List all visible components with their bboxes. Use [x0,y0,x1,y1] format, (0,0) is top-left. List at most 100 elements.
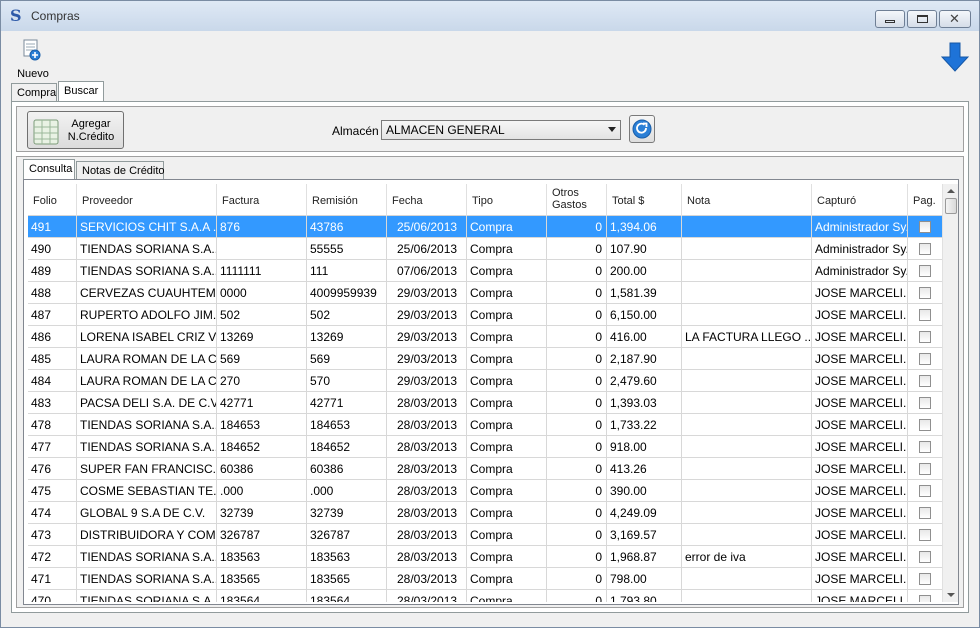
table-row[interactable]: 476 SUPER FAN FRANCISC... 60386 60386 28/03/… [28,458,942,480]
col-factura[interactable]: Factura [217,184,307,216]
tab-compra[interactable]: Compra [11,83,57,101]
agregar-nota-credito-button[interactable]: Agregar N.Crédito [27,111,124,149]
table-row[interactable]: 474 GLOBAL 9 S.A DE C.V. 32739 32739 28/03/2… [28,502,942,524]
pagado-checkbox[interactable] [919,331,931,343]
col-folio[interactable]: Folio [28,184,77,216]
table-row[interactable]: 477 TIENDAS SORIANA S.A.... 184652 184652 28… [28,436,942,458]
close-button[interactable]: ✕ [939,10,971,28]
pagado-checkbox[interactable] [919,441,931,453]
scroll-thumb[interactable] [945,198,957,214]
table-row[interactable]: 483 PACSA DELI S.A. DE C.V. 42771 42771 28/0… [28,392,942,414]
vertical-scrollbar[interactable] [942,184,958,602]
pagado-checkbox[interactable] [919,353,931,365]
pagado-checkbox[interactable] [919,221,931,233]
spreadsheet-icon [33,119,59,145]
table-row[interactable]: 487 RUPERTO ADOLFO JIM... 502 502 29/03/2013… [28,304,942,326]
almacen-dropdown[interactable]: ALMACEN GENERAL [381,120,621,140]
table-row[interactable]: 473 DISTRIBUIDORA Y COM... 326787 326787 28/… [28,524,942,546]
pagado-checkbox[interactable] [919,265,931,277]
pagado-checkbox[interactable] [919,463,931,475]
col-nota[interactable]: Nota [682,184,812,216]
cell-pagado [908,392,942,414]
table-row[interactable]: 471 TIENDAS SORIANA S.A.... 183565 183565 28… [28,568,942,590]
cell-proveedor: TIENDAS SORIANA S.A.... [77,238,217,260]
pagado-checkbox[interactable] [919,243,931,255]
pagado-checkbox[interactable] [919,551,931,563]
table-row[interactable]: 472 TIENDAS SORIANA S.A.... 183563 183563 28… [28,546,942,568]
pagado-checkbox[interactable] [919,375,931,387]
cell-tipo: Compra [467,370,547,392]
cell-otros-gastos: 0 [547,524,607,546]
cell-proveedor: GLOBAL 9 S.A DE C.V. [77,502,217,524]
app-logo-icon: S [10,6,22,25]
table-row[interactable]: 485 LAURA ROMAN DE LA C... 569 569 29/03/201… [28,348,942,370]
pagado-checkbox[interactable] [919,507,931,519]
table-row[interactable]: 490 TIENDAS SORIANA S.A.... 55555 25/06/201… [28,238,942,260]
cell-capturo: JOSE MARCELI... [812,348,908,370]
pagado-checkbox[interactable] [919,595,931,602]
cell-fecha: 28/03/2013 [387,502,467,524]
table-row[interactable]: 491 SERVICIOS CHIT S.A.A ... 876 43786 25/06… [28,216,942,238]
cell-factura: 42771 [217,392,307,414]
window-title: Compras [31,9,80,23]
col-tipo[interactable]: Tipo [467,184,547,216]
cell-capturo: JOSE MARCELI... [812,370,908,392]
cell-pagado [908,458,942,480]
tab-consulta[interactable]: Consulta [23,159,75,179]
table-row[interactable]: 475 COSME SEBASTIAN TE... .000.000 28/03/20… [28,480,942,502]
pagado-checkbox[interactable] [919,529,931,541]
refresh-button[interactable] [629,115,655,143]
agregar-label: Agregar N.Crédito [60,118,122,144]
cell-folio: 485 [28,348,77,370]
table-row[interactable]: 478 TIENDAS SORIANA S.A.... 184653 184653 28… [28,414,942,436]
col-capturo[interactable]: Capturó [812,184,908,216]
cell-factura [217,238,307,260]
download-arrow-icon[interactable] [941,41,969,73]
pagado-checkbox[interactable] [919,485,931,497]
col-otros-gastos[interactable]: Otros Gastos [547,184,607,216]
agregar-label-line2: N.Crédito [67,131,115,143]
scroll-down-icon[interactable] [947,593,955,597]
cell-fecha: 29/03/2013 [387,348,467,370]
table-row[interactable]: 488 CERVEZAS CUAUHTEM... 0000 4009959939 29/… [28,282,942,304]
col-proveedor[interactable]: Proveedor [77,184,217,216]
cell-proveedor: DISTRIBUIDORA Y COM... [77,524,217,546]
cell-folio: 490 [28,238,77,260]
col-fecha[interactable]: Fecha [387,184,467,216]
minimize-button[interactable] [875,10,905,28]
pagado-checkbox[interactable] [919,419,931,431]
cell-remision: 184653 [307,414,387,436]
cell-capturo: Administrador Sy... [812,260,908,282]
cell-otros-gastos: 0 [547,370,607,392]
col-remision[interactable]: Remisión [307,184,387,216]
maximize-button[interactable] [907,10,937,28]
pagado-checkbox[interactable] [919,309,931,321]
table-row[interactable]: 489 TIENDAS SORIANA S.A.... 1111111 111 07/0… [28,260,942,282]
table-row[interactable]: 484 LAURA ROMAN DE LA C... 270 570 29/03/201… [28,370,942,392]
col-pagado[interactable]: Pag. [908,184,942,216]
maximize-icon [917,15,928,23]
cell-total: 200.00 [607,260,682,282]
cell-factura: 876 [217,216,307,238]
cell-remision: .000 [307,480,387,502]
col-total[interactable]: Total $ [607,184,682,216]
cell-nota [682,260,812,282]
cell-total: 416.00 [607,326,682,348]
cell-capturo: JOSE MARCELI... [812,392,908,414]
tab-buscar[interactable]: Buscar [58,81,104,101]
pagado-checkbox[interactable] [919,573,931,585]
cell-factura: 0000 [217,282,307,304]
nuevo-button[interactable]: Nuevo [13,35,53,81]
cell-fecha: 29/03/2013 [387,282,467,304]
pagado-checkbox[interactable] [919,397,931,409]
tab-notas-credito[interactable]: Notas de Crédito [76,161,165,179]
cell-remision: 184652 [307,436,387,458]
table-row[interactable]: 470 TIENDAS SORIANA S.A.... 183564 183564 28… [28,590,942,602]
cell-remision: 43786 [307,216,387,238]
pagado-checkbox[interactable] [919,287,931,299]
cell-total: 6,150.00 [607,304,682,326]
cell-total: 1,393.03 [607,392,682,414]
table-row[interactable]: 486 LORENA ISABEL CRIZ V... 13269 13269 29/0… [28,326,942,348]
cell-proveedor: PACSA DELI S.A. DE C.V. [77,392,217,414]
scroll-up-icon[interactable] [947,189,955,193]
